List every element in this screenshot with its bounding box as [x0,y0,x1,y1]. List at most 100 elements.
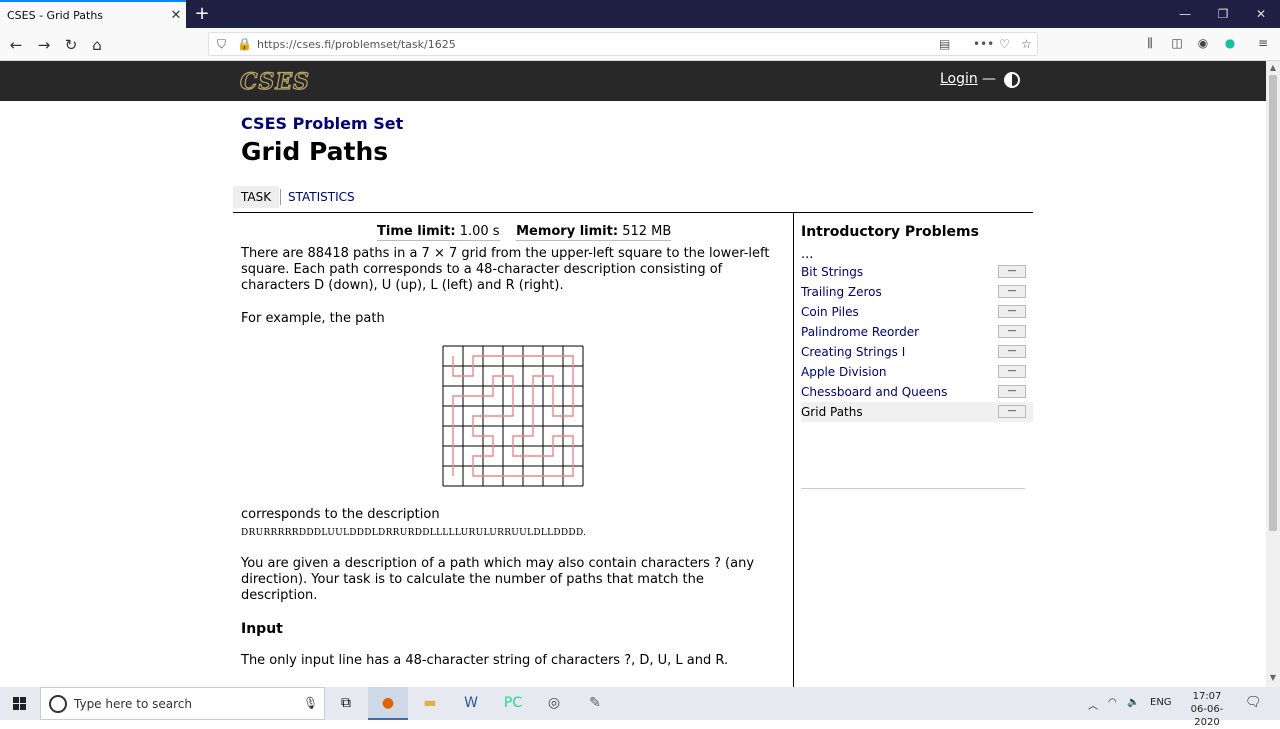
reload-icon[interactable]: ↻ [60,34,82,56]
sidebar-item-chessboard-queens[interactable]: Chessboard and Queens — [801,382,1033,402]
task-status-badge: — [998,305,1026,318]
task-status-badge: — [998,265,1026,278]
sidebar-item-grid-paths[interactable]: Grid Paths — [801,402,1033,422]
volume-icon[interactable]: 🔈 [1127,697,1139,708]
sidebar-title: Introductory Problems [801,224,979,240]
task-status-badge: — [998,325,1026,338]
sidebar-item-label[interactable]: Apple Division [801,365,887,379]
new-tab-button[interactable]: + [192,4,212,24]
memory-limit-value: 512 MB [622,224,672,239]
taskbar-search[interactable]: Type here to search 🎙 [40,687,325,720]
window-close-icon[interactable]: ✕ [1242,0,1280,28]
header-separator: — [982,71,996,87]
windows-taskbar: Type here to search 🎙 ⧉ ● ▬ W PC ◎ ✎ ︿ ◠… [0,687,1280,728]
file-explorer-icon[interactable]: ▬ [410,687,450,720]
limits: Time limit: 1.00 s Memory limit: 512 MB [377,224,672,241]
task-status-badge: — [998,345,1026,358]
cortana-icon[interactable] [49,695,67,713]
app-icon[interactable]: ◎ [534,687,574,720]
page-title: Grid Paths [241,137,389,166]
search-placeholder: Type here to search [74,697,192,711]
restore-icon[interactable]: ❐ [1204,0,1242,28]
sidebar-item-label[interactable]: Creating Strings I [801,345,905,359]
task-status-badge: — [998,405,1026,418]
scroll-down-icon[interactable]: ▼ [1266,673,1280,685]
statement-paragraph-2: For example, the path [241,311,385,326]
notifications-icon[interactable]: 🗨 [1245,695,1262,710]
task-status-badge: — [998,385,1026,398]
reader-view-icon[interactable]: ▤ [939,37,950,51]
sidebar-item-label[interactable]: Grid Paths [801,405,863,419]
statement-paragraph-4: You are given a description of a path wh… [241,556,755,603]
memory-limit-label: Memory limit: [516,224,619,239]
grammarly-icon[interactable]: ● [1221,36,1239,50]
page-scrollbar[interactable]: ▲ ▼ [1266,61,1280,687]
sidebar-item-trailing-zeros[interactable]: Trailing Zeros — [801,282,1033,302]
lock-icon[interactable]: 🔒 [237,37,252,51]
example-grid-figure [442,345,584,487]
sidebar-item-label[interactable]: Coin Piles [801,305,859,319]
site-header: CSES Login — [0,61,1266,101]
cses-logo[interactable]: CSES [239,68,310,95]
network-icon[interactable]: ◠ [1108,697,1117,708]
sidebar-item-creating-strings[interactable]: Creating Strings I — [801,342,1033,362]
task-view-icon[interactable]: ⧉ [326,687,366,720]
sidebar-divider [793,212,794,687]
statement-paragraph-3: corresponds to the description [241,507,440,522]
task-status-badge: — [998,285,1026,298]
sidebar-icon[interactable]: ◫ [1168,36,1186,50]
back-icon[interactable]: ← [5,34,27,56]
input-paragraph: The only input line has a 48-character s… [241,653,729,668]
tray-overflow-icon[interactable]: ︿ [1088,697,1098,712]
browser-tab[interactable]: CSES - Grid Paths ✕ [0,0,186,28]
sidebar-item-label[interactable]: Trailing Zeros [801,285,882,299]
page-actions-icon[interactable]: ••• [973,37,994,51]
clock-date: 06-06-2020 [1190,704,1224,728]
taskbar-clock[interactable]: 17:07 06-06-2020 [1178,690,1236,729]
word-icon[interactable]: W [451,687,491,720]
home-icon[interactable]: ⌂ [86,34,108,56]
browser-toolbar: ← → ↻ ⌂ ⛉ 🔒 https://cses.fi/problemset/t… [0,28,1280,61]
forward-icon[interactable]: → [33,34,55,56]
shield-icon[interactable]: ⛉ [217,37,226,52]
paint-icon[interactable]: ✎ [575,687,615,720]
sidebar-item-apple-division[interactable]: Apple Division — [801,362,1033,382]
time-limit-label: Time limit: [377,224,456,239]
library-icon[interactable]: ⫼ [1141,36,1159,51]
sidebar-bottom-rule [801,488,1025,489]
url-text[interactable]: https://cses.fi/problemset/task/1625 [257,38,456,51]
tab-close-icon[interactable]: ✕ [166,8,186,23]
sidebar-item-coin-piles[interactable]: Coin Piles — [801,302,1033,322]
tab-task[interactable]: TASK [233,186,280,208]
scroll-up-icon[interactable]: ▲ [1266,63,1280,75]
language-indicator[interactable]: ENG [1150,697,1172,708]
account-icon[interactable]: ◉ [1194,36,1212,50]
sidebar-item-palindrome-reorder[interactable]: Palindrome Reorder — [801,322,1033,342]
grid-path-image [442,345,584,487]
address-bar[interactable]: ⛉ 🔒 https://cses.fi/problemset/task/1625… [208,32,1038,56]
tab-title: CSES - Grid Paths [7,8,104,22]
scrollbar-thumb[interactable] [1269,75,1277,531]
login-link[interactable]: Login [940,71,978,87]
clock-time: 17:07 [1192,691,1222,702]
sidebar-item-bit-strings[interactable]: Bit Strings — [801,262,1033,282]
sidebar-item-label[interactable]: Chessboard and Queens [801,385,947,399]
statement-paragraph-1: There are 88418 paths in a 7 × 7 grid fr… [241,246,770,293]
minimize-icon[interactable]: — [1166,0,1204,28]
sidebar-ellipsis: ... [801,247,814,262]
browser-tab-strip: CSES - Grid Paths ✕ + — ❐ ✕ [0,0,1280,28]
bookmark-star-icon[interactable]: ☆ [1021,37,1032,51]
windows-start-icon[interactable] [0,687,40,720]
menu-icon[interactable]: ≡ [1254,36,1272,50]
time-limit-value: 1.00 s [459,224,500,239]
firefox-icon[interactable]: ● [368,687,408,720]
pocket-icon[interactable]: ♡ [999,37,1010,51]
microphone-icon[interactable]: 🎙 [303,696,318,710]
dark-mode-toggle-icon[interactable] [1004,72,1020,88]
pycharm-icon[interactable]: PC [493,687,533,720]
sidebar-item-label[interactable]: Palindrome Reorder [801,325,919,339]
breadcrumb[interactable]: CSES Problem Set [241,114,403,133]
sidebar-item-label[interactable]: Bit Strings [801,265,863,279]
tab-statistics[interactable]: STATISTICS [280,186,363,208]
page-viewport: CSES Login — CSES Problem Set Grid Paths… [0,61,1266,687]
